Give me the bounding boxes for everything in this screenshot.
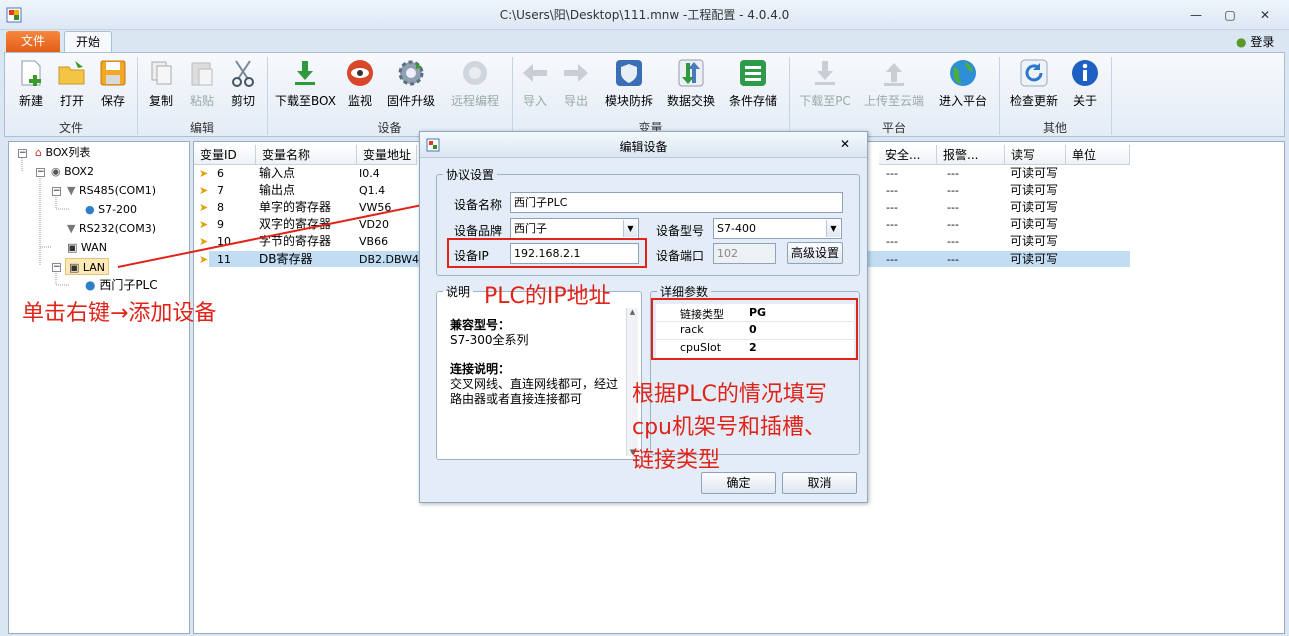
device-port-input[interactable]: 102 (713, 243, 776, 264)
protocol-settings-legend: 协议设置 (446, 168, 495, 182)
device-model-select[interactable]: S7-400 ▼ (713, 218, 842, 239)
compat-text: S7-300全系列 (450, 333, 529, 347)
dialog-title-bar: 编辑设备 ✕ (420, 132, 867, 158)
device-brand-value: 西门子 (514, 222, 547, 235)
params-highlight-box (651, 298, 858, 360)
connection-heading: 连接说明： (450, 362, 511, 376)
annotation-fill-params: 根据PLC的情况填写 cpu机架号和插槽、 链接类型 (632, 382, 827, 473)
dialog-title: 编辑设备 (619, 140, 668, 154)
description-text: 兼容型号： S7-300全系列 连接说明： 交叉网线、直连网线都可，经过路由器或… (450, 318, 622, 407)
connection-text: 交叉网线、直连网线都可，经过路由器或者直接连接都可 (450, 377, 619, 406)
description-legend: 说明 (446, 285, 471, 299)
advanced-settings-button[interactable]: 高级设置 (787, 242, 843, 264)
ip-highlight-box (447, 238, 647, 268)
device-port-label: 设备端口 (656, 249, 705, 263)
device-name-label: 设备名称 (454, 198, 503, 212)
chevron-down-icon: ▼ (623, 220, 637, 237)
annotation-ip: PLC的IP地址 (484, 284, 611, 309)
device-brand-select[interactable]: 西门子 ▼ (510, 218, 639, 239)
compat-heading: 兼容型号： (450, 318, 511, 332)
device-name-input[interactable]: 西门子PLC (510, 192, 843, 213)
chevron-down-icon: ▼ (826, 220, 840, 237)
device-model-value: S7-400 (717, 222, 756, 235)
dialog-close-button[interactable]: ✕ (840, 137, 850, 151)
device-brand-label: 设备品牌 (454, 224, 503, 238)
annotation-right-click: 单击右键→添加设备 (22, 301, 217, 326)
device-model-label: 设备型号 (656, 224, 705, 238)
